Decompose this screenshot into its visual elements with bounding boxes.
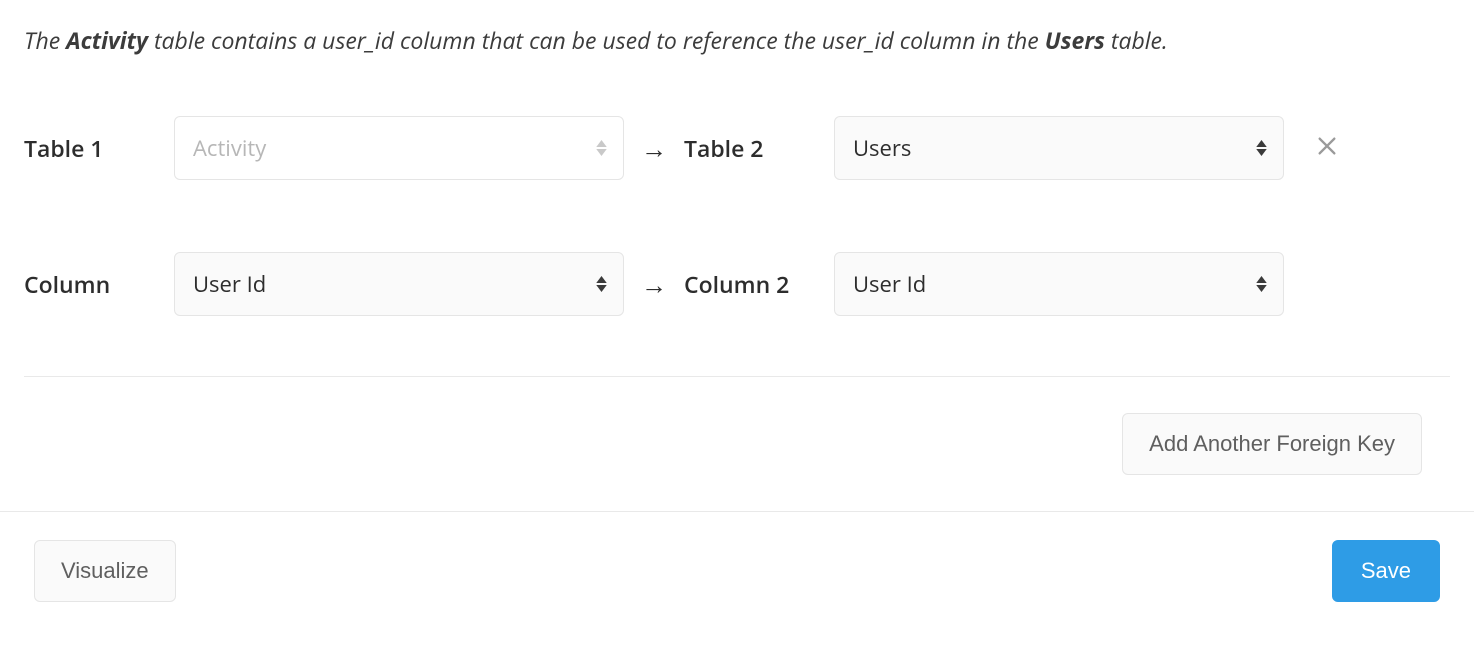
desc-table1: Activity <box>66 24 148 56</box>
sort-icon <box>596 276 607 292</box>
sort-icon <box>1256 140 1267 156</box>
select-table-2-value: Users <box>853 133 911 163</box>
add-foreign-key-button[interactable]: Add Another Foreign Key <box>1122 413 1422 475</box>
select-column-1[interactable]: User Id <box>174 252 624 316</box>
arrow-icon: → <box>624 130 684 166</box>
description-text: The Activity table contains a user_id co… <box>24 24 1450 56</box>
desc-suffix: table. <box>1105 24 1168 56</box>
select-column-2-value: User Id <box>853 269 926 299</box>
select-table-2[interactable]: Users <box>834 116 1284 180</box>
label-table-2: Table 2 <box>684 132 834 164</box>
select-table-1-value: Activity <box>193 133 266 163</box>
desc-prefix: The <box>24 24 66 56</box>
desc-table2: Users <box>1045 24 1105 56</box>
arrow-icon: → <box>624 266 684 302</box>
visualize-button[interactable]: Visualize <box>34 540 176 602</box>
select-column-2[interactable]: User Id <box>834 252 1284 316</box>
desc-middle: table contains a user_id column that can… <box>148 24 1045 56</box>
close-icon <box>1316 135 1338 157</box>
select-table-1[interactable]: Activity <box>174 116 624 180</box>
remove-mapping-button[interactable] <box>1316 135 1338 157</box>
label-column-2: Column 2 <box>684 268 834 300</box>
sort-icon <box>1256 276 1267 292</box>
save-button[interactable]: Save <box>1332 540 1440 602</box>
mapping-grid: Table 1 Activity → Table 2 Users Column … <box>24 116 1450 316</box>
label-table-1: Table 1 <box>24 132 174 164</box>
select-column-1-value: User Id <box>193 269 266 299</box>
label-column-1: Column <box>24 268 174 300</box>
sort-icon <box>596 140 607 156</box>
